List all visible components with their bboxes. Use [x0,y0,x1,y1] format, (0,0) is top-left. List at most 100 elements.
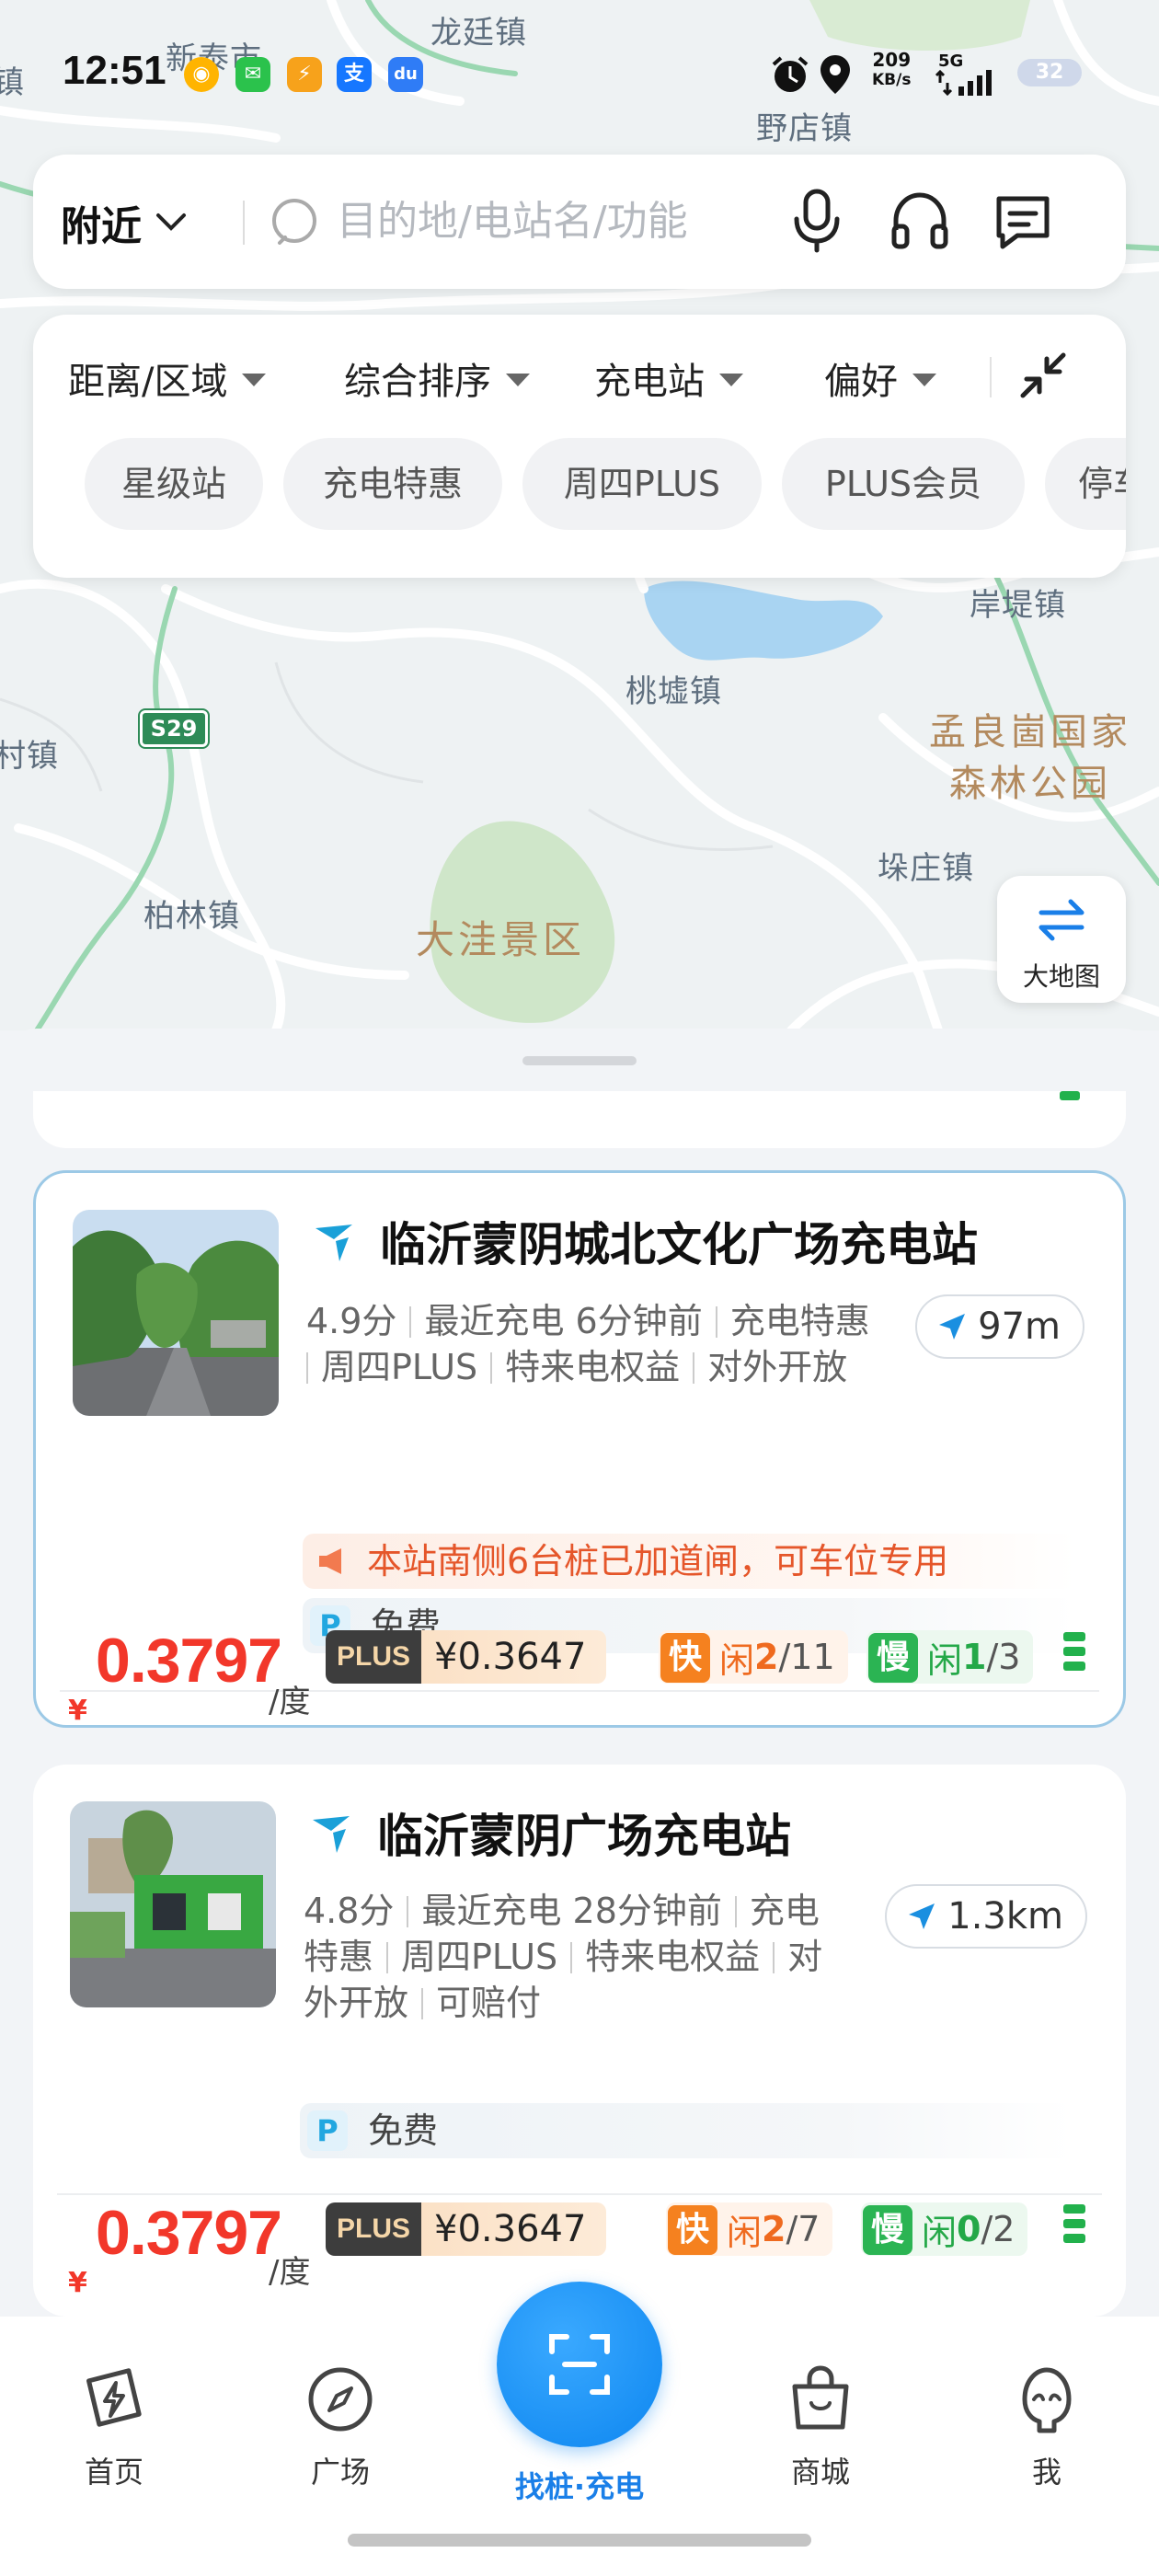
station-tag: 可赔付 [436,1983,542,2023]
map-label-forest-line1: 孟良崮国家 [929,711,1131,753]
location-selector[interactable]: 附近 [61,193,188,252]
more-menu-icon[interactable] [1063,1632,1085,1676]
network-speed-value: 209 [872,49,912,71]
nav-me[interactable]: 我 [973,2363,1120,2491]
station-card[interactable]: 临沂蒙阴广场充电站 4.8分 最近充电 28分钟前 充电 特惠 周四PLUS 特来电权益… [33,1765,1126,2317]
caret-down-icon [506,374,530,386]
weibo-icon: ◉ [184,57,219,92]
alipay-icon: 支 [337,57,372,92]
scan-charge-button[interactable] [497,2282,662,2447]
nav-mall[interactable]: 商城 [747,2363,894,2491]
filter-divider [990,357,992,397]
station-name: 临沂蒙阴城北文化广场充电站 [380,1218,978,1271]
station-price: 0.3797 [96,2198,282,2268]
filter-station-type[interactable]: 充电站 [594,351,743,405]
slow-badge: 慢 [868,1633,918,1683]
nav-home[interactable]: 首页 [40,2363,188,2491]
operator-logo-icon [313,1816,350,1853]
distance-pill[interactable]: 97m [915,1294,1084,1359]
app-notification-icon: ⚡ [287,57,322,92]
plus-price: ¥0.3647 [421,1630,607,1684]
fast-badge: 快 [668,2205,717,2255]
signal-icon [935,70,992,96]
baidu-icon: du [388,57,423,92]
sheet-drag-handle[interactable] [522,1056,637,1065]
message-icon[interactable] [990,188,1056,254]
distance-pill[interactable]: 1.3km [885,1884,1087,1949]
caret-down-icon [912,374,936,386]
big-map-button[interactable]: 大地图 [997,876,1126,1003]
fast-free-count: 2 [754,1637,779,1677]
location-label: 附近 [61,203,142,250]
chip-thursday-plus[interactable]: 周四PLUS [522,438,762,530]
more-menu-icon[interactable] [1063,2204,1085,2248]
microphone-icon[interactable] [787,188,846,254]
meta-separator [306,1352,308,1384]
parking-info: P 免费 [300,2103,1073,2158]
highway-shield: S29 [140,710,208,747]
filter-sort[interactable]: 综合排序 [344,351,530,405]
slow-total-count: /3 [986,1637,1021,1677]
big-map-label: 大地图 [1022,961,1100,992]
collapse-icon[interactable] [1016,348,1071,403]
slow-charger-availability: 慢闲 0/2 [861,2202,1028,2256]
switch-arrows-icon [1039,899,1084,941]
operator-logo-icon [316,1225,352,1261]
map-label-town: 桃墟镇 [625,673,722,710]
meta-separator [734,1896,737,1927]
meta-separator [570,1942,573,1973]
wechat-icon: ✉ [235,57,270,92]
headset-icon[interactable] [887,188,953,254]
meta-separator [490,1352,493,1384]
chip-plus-member[interactable]: PLUS会员 [782,438,1025,530]
filter-label: 综合排序 [344,361,491,403]
station-tag: 对 [787,1937,823,1977]
price-unit: /度 [269,2254,311,2291]
compass-icon [308,2367,373,2432]
meta-separator [421,1988,424,2019]
station-tag: 充电特惠 [729,1301,870,1341]
parking-icon: P [307,2110,348,2151]
chip-parking[interactable]: 停车 [1045,438,1126,530]
navigate-icon [939,1314,966,1340]
network-type: 5G [938,52,964,71]
chip-star-station[interactable]: 星级站 [85,438,263,530]
slow-free-count: 1 [962,1637,987,1677]
station-tag: 充电 [749,1891,820,1931]
chip-charging-deal[interactable]: 充电特惠 [283,438,502,530]
map-label-town: 柏林镇 [143,898,240,935]
card-divider [57,2193,1102,2195]
filter-distance-area[interactable]: 距离/区域 [68,351,267,405]
station-tag: 对外开放 [707,1347,848,1387]
nav-scan-label[interactable]: 找桩·充电 [460,2464,699,2506]
nav-plaza-label: 广场 [310,2455,370,2490]
battery-indicator: 32 [1017,59,1082,86]
currency-symbol: ¥ [68,2267,87,2299]
station-meta: 4.8分 最近充电 28分钟前 充电 特惠 周四PLUS 特来电权益对 外开放 可赔付 [304,1888,947,2026]
home-indicator [348,2534,811,2547]
alarm-icon [772,56,809,92]
meta-separator [407,1896,409,1927]
previous-station-card[interactable] [33,1091,1126,1148]
meta-separator [773,1942,775,1973]
filter-label: 距离/区域 [68,361,228,403]
station-meta: 4.9分 最近充电 6分钟前 充电特惠 周四PLUS 特来电权益 对外开放 [306,1298,950,1390]
station-tag: 周四PLUS [321,1347,478,1387]
nav-plaza[interactable]: 广场 [267,2363,414,2491]
fast-total-count: /11 [778,1637,835,1677]
caret-down-icon [242,374,267,386]
fast-charger-availability: 快闲 2/7 [666,2202,833,2256]
station-list-sheet[interactable]: 临沂蒙阴城北文化广场充电站 4.9分 最近充电 6分钟前 充电特惠 周四PLUS 特来… [0,1029,1159,2317]
plus-badge: PLUS [326,2202,422,2256]
search-input[interactable] [337,188,778,254]
filter-preference[interactable]: 偏好 [824,351,936,405]
station-price: 0.3797 [96,1626,282,1696]
chevron-down-icon [156,213,186,231]
idle-label: 闲 [927,1639,963,1681]
meta-separator [409,1306,412,1338]
idle-label: 闲 [922,2212,958,2253]
meta-separator [715,1306,717,1338]
map-label-town: 垛庄镇 [878,850,974,887]
navigate-icon [909,1903,935,1929]
station-tag: 特来电权益 [505,1347,681,1387]
